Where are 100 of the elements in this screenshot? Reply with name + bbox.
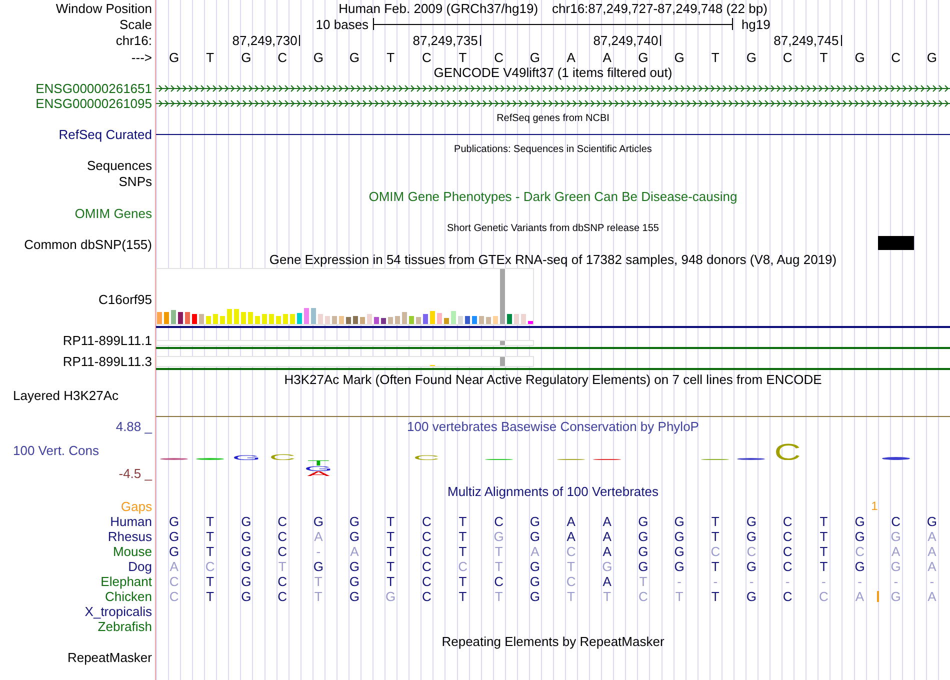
aligned-base: G: [854, 559, 865, 574]
aligned-base: T: [314, 589, 322, 604]
transcript-line[interactable]: [156, 84, 950, 93]
aligned-base: C: [422, 544, 432, 559]
track-label[interactable]: RP11-899L11.3: [62, 354, 152, 369]
expression-bar: [528, 321, 533, 324]
aligned-base: T: [386, 574, 395, 589]
track-label[interactable]: 100 Vert. Cons: [13, 444, 99, 456]
aligned-base: G: [241, 559, 252, 574]
species-label[interactable]: Dog: [128, 559, 152, 574]
aligned-base: G: [349, 559, 360, 574]
track-title: 100 vertebrates Basewise Conservation by PhyloP: [407, 420, 699, 433]
logo-letter: C: [774, 443, 802, 460]
track-label[interactable]: RepeatMasker: [67, 650, 152, 665]
expression-bar: [423, 314, 428, 324]
aligned-base: G: [854, 514, 865, 529]
expression-bar: [500, 341, 505, 345]
aligned-base: -: [785, 574, 790, 589]
expression-bar: [493, 316, 498, 324]
base-letter: G: [168, 50, 180, 64]
track-label[interactable]: C16orf95: [98, 292, 152, 306]
track-title: Repeating Elements by RepeatMasker: [442, 635, 664, 649]
aligned-base: G: [530, 589, 540, 604]
expression-bar: [234, 309, 239, 324]
aligned-base: T: [206, 574, 214, 589]
gene-line[interactable]: [156, 347, 950, 349]
aligned-base: A: [928, 559, 936, 574]
expression-bar: [451, 310, 456, 324]
expression-bar: [332, 316, 337, 324]
gene-line[interactable]: [156, 326, 950, 328]
scale-length: 10 bases: [316, 16, 370, 32]
gene-line[interactable]: [156, 368, 950, 370]
base-letter: G: [674, 50, 684, 64]
aligned-base: G: [890, 529, 901, 544]
expression-bar: [339, 316, 344, 324]
base-letter: G: [638, 50, 648, 64]
species-label[interactable]: X_tropicalis: [84, 604, 152, 619]
aligned-base: G: [638, 514, 648, 529]
aligned-base: G: [926, 514, 937, 529]
aligned-base: C: [782, 559, 792, 574]
expression-bar: [402, 312, 407, 324]
track-label[interactable]: ENSG00000261095: [36, 96, 152, 111]
aligned-base: G: [674, 514, 684, 529]
aligned-base: -: [930, 574, 934, 589]
aligned-base: A: [602, 544, 612, 559]
track-label[interactable]: Layered H3K27Ac: [13, 388, 119, 403]
aligned-base: G: [638, 529, 648, 544]
base-letter: T: [711, 50, 720, 64]
aligned-base: G: [241, 544, 252, 559]
track-title: Gene Expression in 54 tissues from GTEx RNA-seq of 17382 samples, 948 donors (V8, Aug 2019): [269, 253, 837, 267]
aligned-base: C: [566, 544, 576, 559]
aligned-base: G: [530, 514, 540, 529]
track-label[interactable]: RefSeq Curated: [58, 127, 152, 142]
base-letter: G: [746, 50, 757, 64]
aligned-base: G: [746, 559, 757, 574]
aligned-base: T: [458, 574, 467, 589]
track-label[interactable]: OMIM Genes: [74, 206, 152, 220]
aligned-base: G: [241, 574, 252, 589]
track-label[interactable]: Common dbSNP(155): [24, 236, 152, 252]
aligned-base: G: [168, 514, 180, 529]
track-label[interactable]: SNPs: [118, 174, 152, 188]
aligned-base: T: [458, 529, 467, 544]
aligned-base: C: [458, 559, 468, 574]
variant-box[interactable]: [878, 236, 914, 250]
track-label[interactable]: Sequences: [86, 158, 152, 173]
expression-bar: [262, 314, 267, 324]
expression-bar: [486, 316, 491, 324]
aligned-base: G: [241, 514, 252, 529]
aligned-base: -: [713, 574, 718, 589]
species-label[interactable]: Human: [110, 514, 152, 529]
aligned-base: -: [749, 574, 754, 589]
species-label[interactable]: Zebrafish: [98, 619, 152, 634]
expression-bar: [395, 316, 400, 324]
expression-bar: [171, 310, 176, 324]
transcript-line[interactable]: [156, 99, 950, 108]
expression-bar: [500, 269, 505, 324]
base-letter: A: [602, 50, 612, 64]
species-label[interactable]: Chicken: [105, 589, 152, 604]
expression-bar: [353, 316, 358, 324]
species-label[interactable]: Rhesus: [108, 529, 152, 544]
aligned-base: G: [241, 589, 252, 604]
expression-bar: [360, 316, 365, 324]
expression-bar: [199, 314, 204, 324]
aligned-base: T: [386, 529, 395, 544]
track-label[interactable]: RP11-899L11.1: [62, 333, 152, 348]
expression-bar: [248, 312, 253, 324]
expression-bar: [283, 314, 288, 324]
expression-bar: [206, 316, 211, 324]
expression-bar: [444, 318, 449, 324]
aligned-base: T: [820, 559, 828, 574]
gene-line[interactable]: [156, 134, 950, 135]
track-label[interactable]: ENSG00000261651: [36, 81, 152, 96]
species-label[interactable]: Elephant: [100, 574, 152, 589]
aligned-base: G: [674, 529, 684, 544]
aligned-base: G: [602, 559, 612, 574]
species-label[interactable]: Mouse: [112, 544, 152, 559]
expression-bar: [465, 316, 470, 324]
expression-bar: [213, 314, 218, 324]
aligned-base: A: [602, 514, 612, 529]
aligned-base: G: [890, 559, 901, 574]
